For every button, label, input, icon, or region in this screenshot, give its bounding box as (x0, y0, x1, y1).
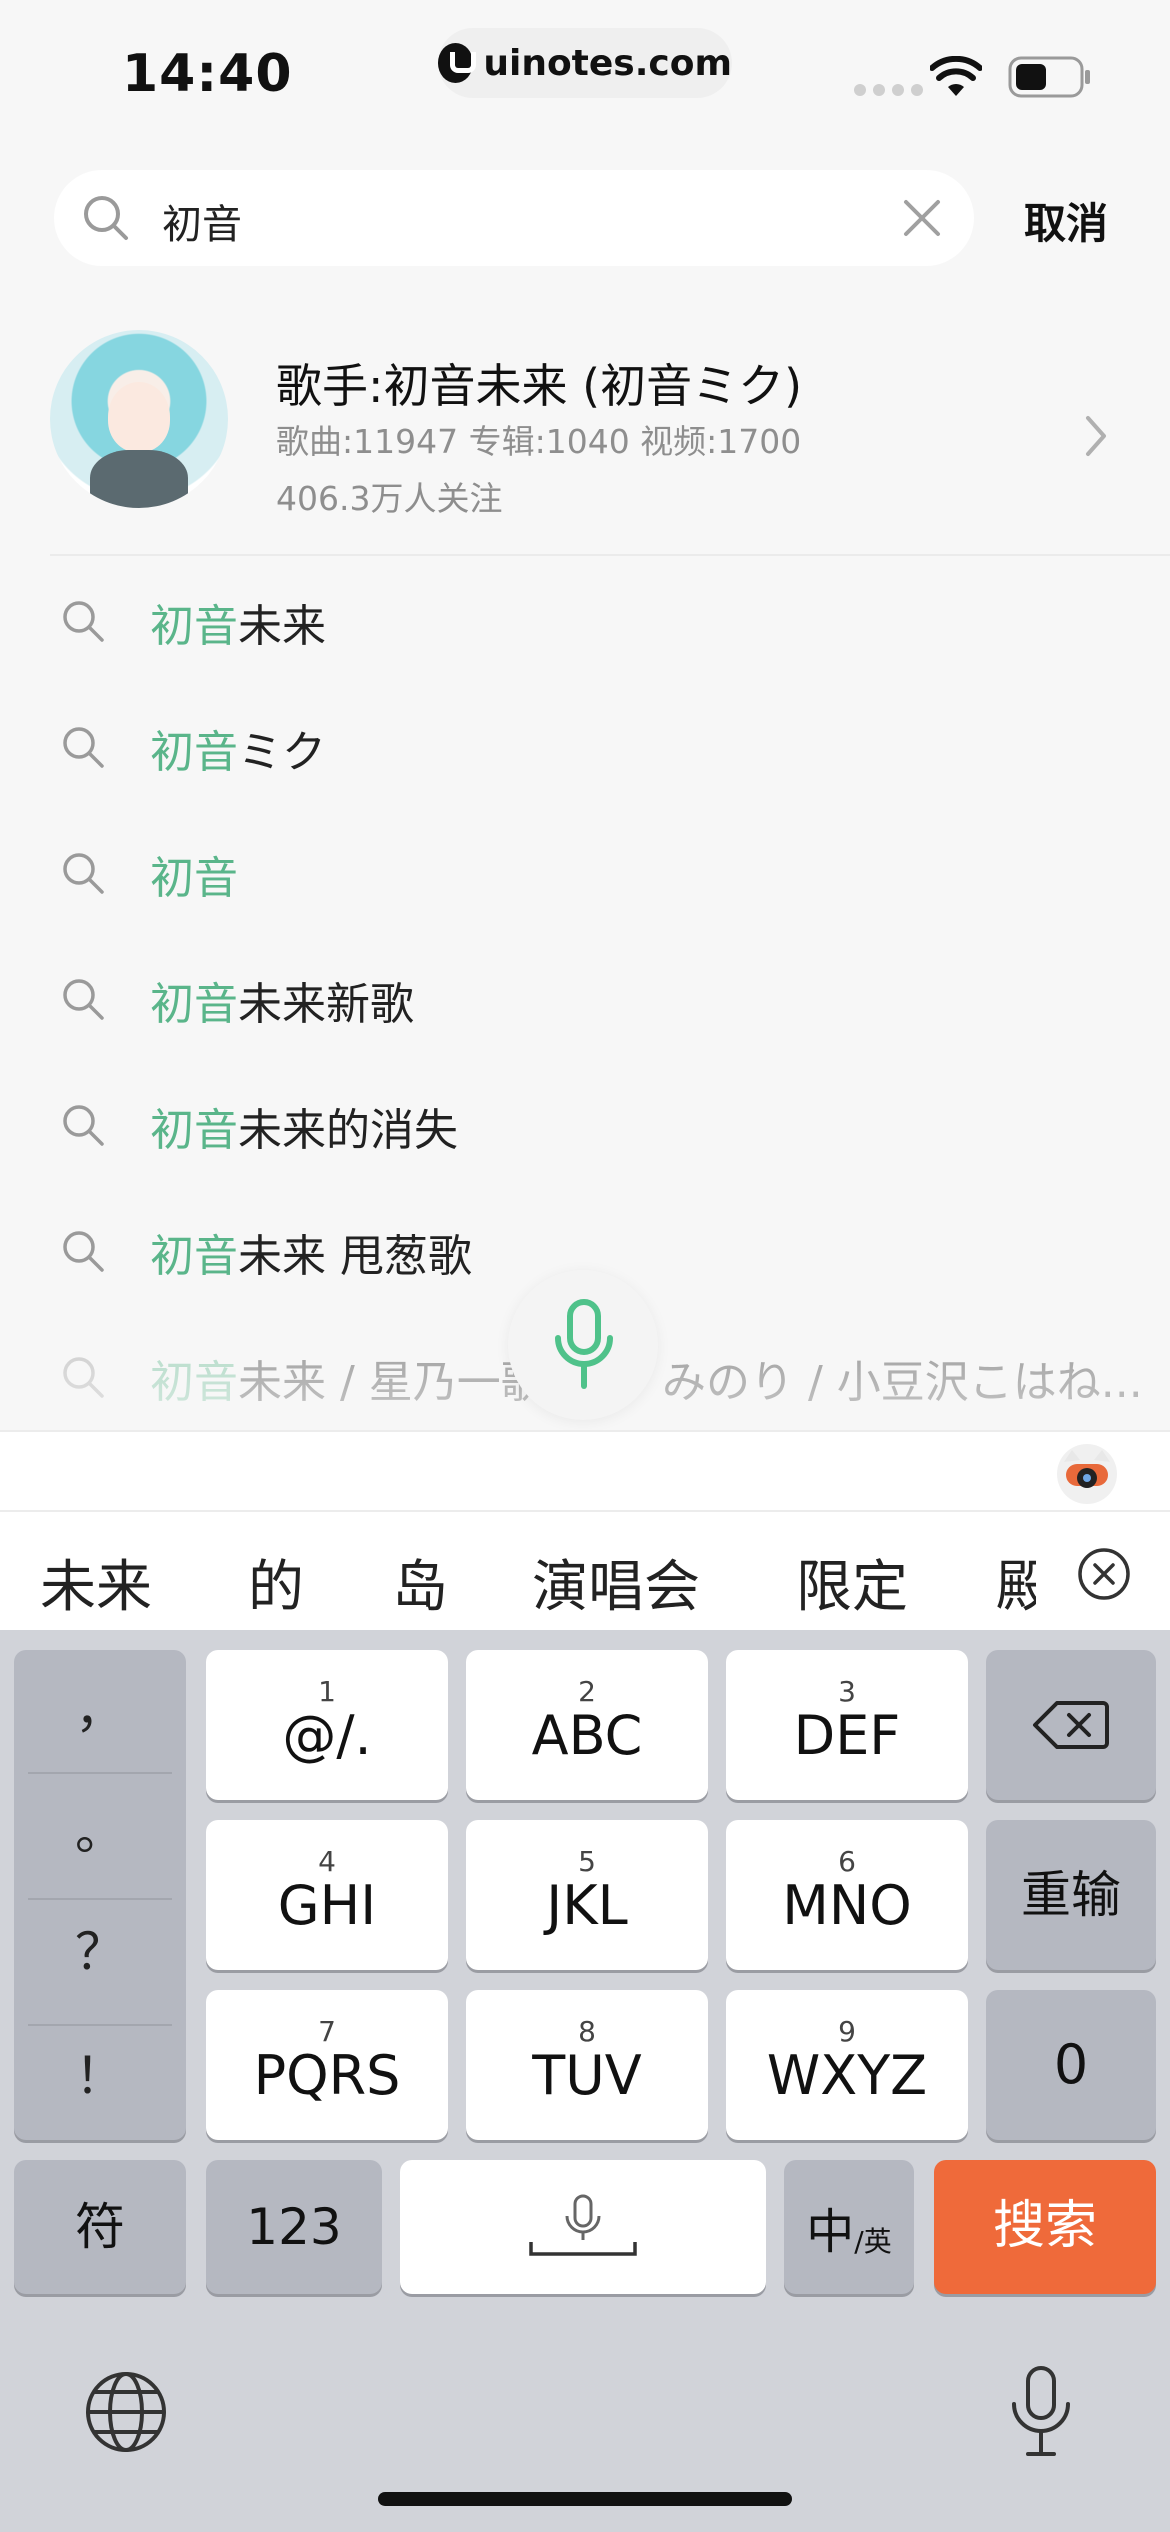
suggestion-label: 初音未来的消失 (150, 1105, 458, 1156)
symbol-key[interactable]: 符 (14, 2160, 186, 2294)
search-icon (63, 1105, 104, 1146)
voice-search-button[interactable] (508, 1270, 658, 1420)
key-3[interactable]: 3 DEF (726, 1650, 968, 1800)
space-key[interactable] (400, 2160, 766, 2294)
candidate-word[interactable]: 的 (248, 1542, 304, 1623)
search-icon (63, 853, 104, 894)
search-icon (84, 196, 128, 240)
language-label: 中/英 (806, 2204, 892, 2260)
candidate-word[interactable]: 限定 (796, 1542, 908, 1623)
clock: 14:40 (122, 44, 293, 104)
search-icon (63, 1357, 104, 1398)
suggestion-item[interactable]: 初音未来 (0, 570, 1170, 670)
divider (28, 1772, 172, 1774)
language-toggle-key[interactable]: 中/英 (784, 2160, 914, 2294)
search-query-text: 初音 (162, 202, 242, 248)
close-icon[interactable] (1076, 1546, 1132, 1602)
backspace-icon (1033, 1701, 1109, 1749)
candidate-word[interactable]: 岛 (392, 1542, 448, 1623)
punctuation-column: ， 。 ？ ！ (14, 1650, 186, 2140)
key-5[interactable]: 5 JKL (466, 1820, 708, 1970)
home-indicator (378, 2492, 792, 2506)
key-6[interactable]: 6 MNO (726, 1820, 968, 1970)
candidate-bar: 未来 的 岛 演唱会 限定 殿 (0, 1510, 1170, 1630)
suggestion-label: 初音ミク (150, 727, 326, 778)
punct-key[interactable]: ？ (14, 1912, 186, 2034)
retype-button[interactable]: 重输 (986, 1820, 1156, 1970)
punct-key[interactable]: ！ (14, 2036, 186, 2158)
url-pill[interactable]: uinotes.com (438, 28, 732, 98)
status-bar: 14:40 uinotes.com (0, 0, 1170, 150)
space-mic-icon (529, 2194, 637, 2256)
suggestion-item[interactable]: 初音 (0, 822, 1170, 922)
suggestion-label: 初音 (150, 853, 238, 904)
ime-toolbar (0, 1430, 1170, 1510)
suggestion-label: 初音未来新歌 (150, 979, 414, 1030)
artist-followers: 406.3万人关注 (276, 479, 503, 518)
key-7[interactable]: 7 PQRS (206, 1990, 448, 2140)
punct-key[interactable]: 。 (14, 1792, 186, 1914)
ime-assistant-icon[interactable] (1052, 1440, 1122, 1506)
suggestion-label: 初音未来 甩葱歌 (150, 1231, 472, 1282)
divider (28, 1898, 172, 1900)
search-icon (63, 727, 104, 768)
key-9[interactable]: 9 WXYZ (726, 1990, 968, 2140)
search-icon (63, 601, 104, 642)
key-1[interactable]: 1 @/. (206, 1650, 448, 1800)
artist-name: 歌手:初音未来 (初音ミク) (276, 359, 803, 413)
artist-avatar (50, 330, 228, 508)
divider (50, 554, 1170, 556)
suggestion-item[interactable]: 初音未来的消失 (0, 1074, 1170, 1174)
battery-icon (1008, 56, 1090, 98)
clear-icon[interactable] (900, 196, 944, 240)
microphone-icon (555, 1299, 613, 1389)
search-button[interactable]: 搜索 (934, 2160, 1156, 2294)
search-icon (63, 979, 104, 1020)
suggestion-label: 初音未来 (150, 601, 326, 652)
candidate-word[interactable]: 未来 (40, 1542, 152, 1623)
suggestion-label-tail: みのり / 小豆沢こはね... (662, 1357, 1143, 1408)
wifi-icon (930, 56, 982, 96)
key-2[interactable]: 2 ABC (466, 1650, 708, 1800)
keyboard: ， 。 ？ ！ 1 @/. 2 ABC 3 DEF 4 GHI 5 JKL 6 MNO 重输… (0, 1630, 1170, 2532)
cellular-signal-icon (854, 84, 923, 96)
search-input[interactable]: 初音 (54, 170, 974, 266)
cancel-button[interactable]: 取消 (1024, 190, 1108, 251)
zero-key[interactable]: 0 (986, 1990, 1156, 2140)
candidate-word[interactable]: 演唱会 (532, 1542, 700, 1623)
candidate-word[interactable]: 殿 (996, 1542, 1036, 1623)
site-logo-icon (438, 43, 477, 83)
url-text: uinotes.com (483, 42, 732, 84)
globe-icon[interactable] (84, 2370, 168, 2454)
suggestion-item[interactable]: 初音ミク (0, 696, 1170, 796)
chevron-right-icon (1086, 416, 1106, 456)
artist-card[interactable]: 歌手:初音未来 (初音ミク) 歌曲:11947 专辑:1040 视频:1700 … (0, 320, 1170, 554)
dictation-microphone-icon[interactable] (1008, 2364, 1074, 2460)
suggestion-item[interactable]: 初音未来新歌 (0, 948, 1170, 1048)
backspace-button[interactable] (986, 1650, 1156, 1800)
suggestion-label: 初音未来 / 星乃一歌 (150, 1357, 545, 1408)
key-8[interactable]: 8 TUV (466, 1990, 708, 2140)
numeric-key[interactable]: 123 (206, 2160, 382, 2294)
search-icon (63, 1231, 104, 1272)
artist-stats: 歌曲:11947 专辑:1040 视频:1700 (276, 422, 802, 461)
key-4[interactable]: 4 GHI (206, 1820, 448, 1970)
divider (28, 2024, 172, 2026)
